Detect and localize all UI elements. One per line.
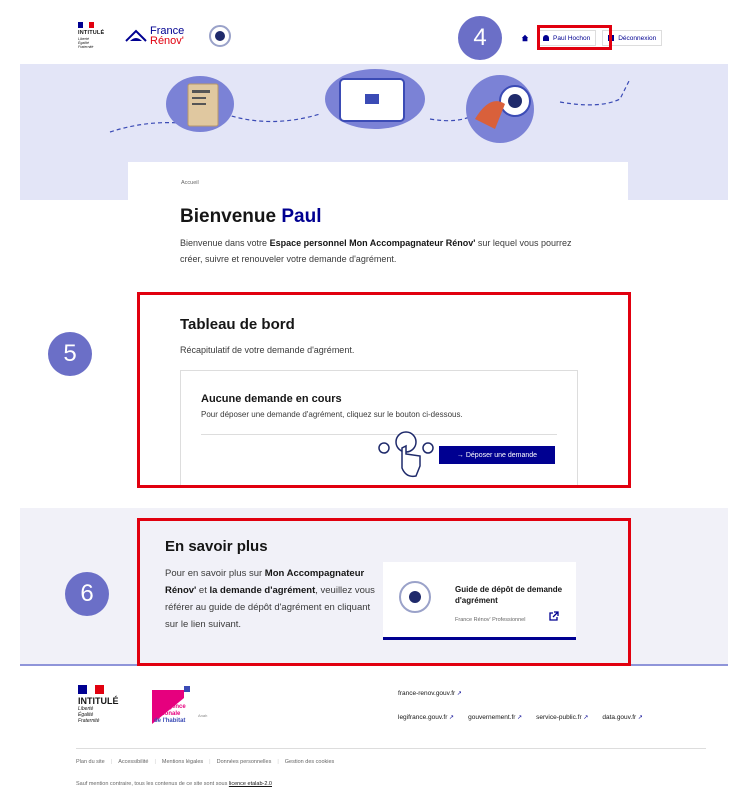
footer-link[interactable]: data.gouv.fr (602, 714, 643, 721)
footer-marianne-logo[interactable]: INTITULÉ Liberté Égalité Fraternité (78, 685, 119, 724)
flag-icon (78, 22, 94, 28)
page-title: Bienvenue Paul (180, 206, 322, 227)
flag-icon (78, 685, 105, 694)
footer-bottom-links: Plan du site | Accessibilité | Mentions lé… (76, 759, 335, 765)
anah-text: Agence nationale de l'habitat (154, 704, 186, 724)
highlight-dashboard (137, 292, 631, 488)
france-renov-logo[interactable]: France Rénov' (125, 26, 184, 47)
brand-line2: Rénov' (150, 35, 184, 47)
licence-text: Sauf mention contraire, tous les contenu… (76, 781, 272, 787)
annotation-badge-6: 6 (65, 572, 109, 616)
marianne-logo[interactable]: INTITULÉ Liberté Égalité Fraternité (78, 22, 104, 49)
welcome-text: Bienvenue dans votre Espace personnel Mo… (180, 238, 572, 264)
footer-bottom-link[interactable]: Accessibilité (118, 759, 148, 765)
highlight-user-button (537, 25, 612, 50)
accompagnateur-seal-icon (209, 25, 231, 47)
footer-divider (76, 748, 706, 749)
footer-bottom-link[interactable]: Mentions légales (162, 759, 203, 765)
footer-link[interactable]: legifrance.gouv.fr (398, 714, 454, 721)
annotation-badge-5: 5 (48, 332, 92, 376)
highlight-learn-more (137, 518, 631, 666)
licence-link[interactable]: licence etalab-2.0 (229, 781, 272, 787)
gov-devise: Liberté Égalité Fraternité (78, 37, 94, 49)
gov-intitule: INTITULÉ (78, 30, 105, 36)
footer-gov-links: legifrance.gouv.fr gouvernement.fr servi… (398, 714, 643, 721)
footer-bottom-link[interactable]: Plan du site (76, 759, 105, 765)
footer-main-link[interactable]: france-renov.gouv.fr (398, 690, 462, 697)
site-header: INTITULÉ Liberté Égalité Fraternité France… (0, 0, 730, 64)
anah-small: Anah (198, 713, 208, 718)
footer-intitule: INTITULÉ (78, 696, 119, 706)
house-logo-icon (125, 29, 147, 42)
annotation-badge-4: 4 (458, 16, 502, 60)
footer-link[interactable]: service-public.fr (536, 714, 588, 721)
footer-devise: Liberté Égalité Fraternité (78, 706, 100, 724)
breadcrumb[interactable]: Accueil (181, 180, 199, 186)
footer-bottom-link[interactable]: Données personnelles (217, 759, 272, 765)
home-icon[interactable] (521, 34, 529, 42)
footer-bottom-link[interactable]: Gestion des cookies (285, 759, 335, 765)
footer-link[interactable]: gouvernement.fr (468, 714, 522, 721)
